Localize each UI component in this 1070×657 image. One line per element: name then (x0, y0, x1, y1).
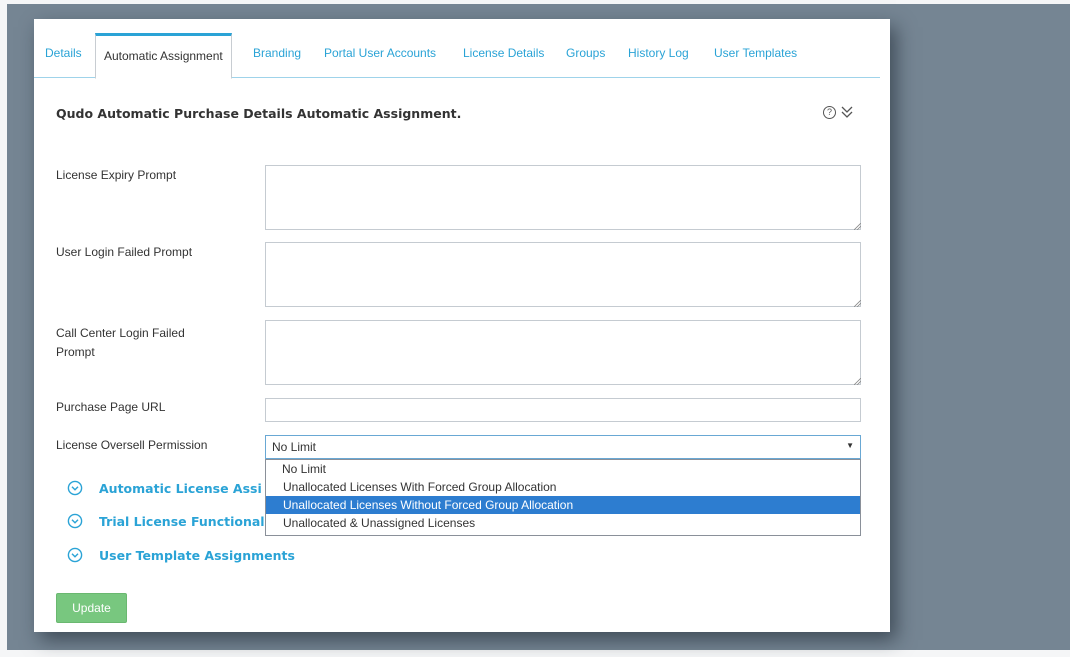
tab-history-log[interactable]: History Log (628, 46, 689, 60)
user-login-failed-prompt-label: User Login Failed Prompt (56, 245, 193, 259)
page-title: Qudo Automatic Purchase Details Automati… (56, 106, 462, 121)
oversell-options-list: No Limit Unallocated Licenses With Force… (265, 459, 861, 536)
tab-portal-user-accounts[interactable]: Portal User Accounts (324, 46, 436, 60)
license-expiry-prompt-label: License Expiry Prompt (56, 168, 177, 182)
chevron-down-circle-icon[interactable] (67, 547, 83, 563)
select-value: No Limit (272, 440, 317, 454)
section-user-template-assignments[interactable]: User Template Assignments (67, 546, 367, 566)
user-login-failed-prompt-field[interactable] (265, 242, 861, 307)
section-label: Trial License Functional (99, 514, 265, 529)
dropdown-arrow-icon[interactable]: ▼ (846, 441, 854, 450)
settings-panel: Details Automatic Assignment Branding Po… (34, 19, 890, 632)
call-center-login-failed-prompt-label: Call Center Login Failed Prompt (56, 325, 185, 360)
tab-groups[interactable]: Groups (566, 46, 605, 60)
section-trial-license-functionality[interactable]: Trial License Functional (67, 512, 265, 532)
option-no-limit[interactable]: No Limit (266, 460, 860, 478)
license-expiry-prompt-field[interactable] (265, 165, 861, 230)
option-unallocated-unassigned[interactable]: Unallocated & Unassigned Licenses (266, 514, 860, 532)
section-label: User Template Assignments (99, 548, 295, 563)
tab-details[interactable]: Details (45, 46, 82, 60)
chevron-down-circle-icon[interactable] (67, 513, 83, 529)
purchase-page-url-label: Purchase Page URL (56, 400, 166, 414)
option-without-forced-group[interactable]: Unallocated Licenses Without Forced Grou… (266, 496, 860, 514)
section-automatic-license-assignment[interactable]: Automatic License Assi (67, 479, 265, 499)
resize-grip-icon[interactable] (854, 378, 861, 385)
section-label: Automatic License Assi (99, 481, 262, 496)
help-icon[interactable]: ? (823, 106, 836, 119)
tab-branding[interactable]: Branding (253, 46, 301, 60)
double-chevron-down-icon[interactable] (840, 104, 854, 120)
call-center-login-failed-prompt-field[interactable] (265, 320, 861, 385)
label-line: Call Center Login Failed (56, 326, 185, 340)
license-oversell-permission-label: License Oversell Permission (56, 438, 208, 452)
purchase-page-url-input[interactable] (265, 398, 861, 422)
tab-automatic-assignment[interactable]: Automatic Assignment (95, 33, 232, 79)
option-with-forced-group[interactable]: Unallocated Licenses With Forced Group A… (266, 478, 860, 496)
update-button[interactable]: Update (56, 593, 127, 623)
chevron-down-circle-icon[interactable] (67, 480, 83, 496)
tab-license-details[interactable]: License Details (463, 46, 544, 60)
tab-bar: Details Automatic Assignment Branding Po… (34, 19, 880, 79)
license-oversell-permission-select[interactable]: No Limit ▼ (265, 435, 861, 459)
tab-user-templates[interactable]: User Templates (714, 46, 797, 60)
resize-grip-icon[interactable] (854, 223, 861, 230)
label-line: Prompt (56, 345, 95, 359)
resize-grip-icon[interactable] (854, 300, 861, 307)
